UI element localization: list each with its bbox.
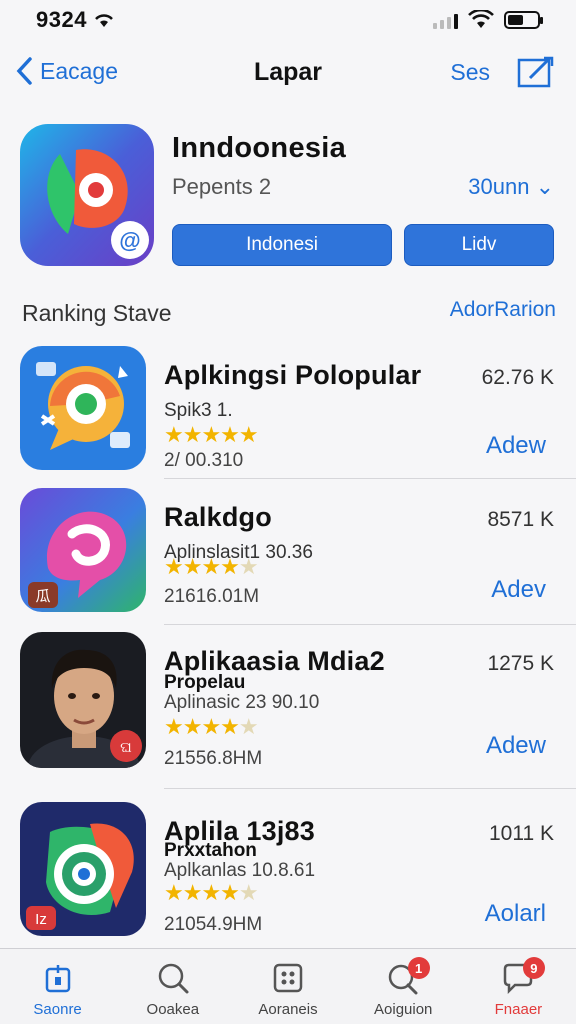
list-item[interactable]: ଘ Aplikaasia Mdia2 Propelau Aplinasic 23…: [0, 632, 576, 789]
nav-bar: Eacage Lapar Ses: [0, 48, 576, 98]
primary-button[interactable]: Indonesi: [172, 224, 392, 266]
battery-icon: [504, 11, 543, 29]
svg-text:瓜: 瓜: [35, 588, 50, 605]
chevron-left-icon: [16, 57, 32, 85]
secondary-button[interactable]: Lidv: [404, 224, 554, 266]
featured-app-icon[interactable]: @: [20, 124, 154, 266]
svg-text:ଘ: ଘ: [120, 739, 132, 756]
wifi-icon: [95, 14, 113, 27]
app-meta: 21616.01M: [164, 586, 260, 607]
featured-app-subtitle: Pepents 2: [172, 174, 272, 199]
get-button[interactable]: Adev: [491, 576, 546, 604]
rating-stars: ★★★★★: [164, 422, 259, 447]
featured-app-size-dropdown[interactable]: 30unn ⌄: [468, 174, 554, 200]
app-meta: 21054.9HM: [164, 914, 263, 935]
apps-icon: [273, 963, 303, 993]
search-icon: [158, 963, 189, 994]
divider: [164, 478, 576, 479]
app-meta: 21556.8HM: [164, 748, 263, 769]
divider: [164, 624, 576, 625]
rating-stars: ★★★★★: [164, 880, 259, 905]
store-icon: [45, 965, 70, 993]
app-name: Aplkingsi Polopular: [164, 360, 422, 390]
app-subtitle: Propelau: [164, 672, 246, 693]
get-button[interactable]: Aolarl: [485, 900, 546, 928]
notification-badge: 9: [522, 957, 545, 979]
tab-chat[interactable]: 9 Fnaaer: [461, 949, 576, 1024]
tab-apps[interactable]: Aoraneis: [230, 949, 345, 1024]
wifi-icon: [468, 10, 494, 28]
app-name: Ralkdgo: [164, 502, 272, 532]
section-link[interactable]: AdorRarion: [450, 298, 556, 322]
list-item[interactable]: Aplkingsi Polopular Spik3 1. ★★★★★ 2/ 00…: [0, 346, 576, 486]
rating-stars: ★★★★★: [164, 714, 259, 739]
app-size: 8571 K: [487, 508, 554, 531]
nav-right-link[interactable]: Ses: [450, 59, 490, 86]
app-icon: Iz: [20, 802, 146, 936]
tab-search[interactable]: Ooakea: [115, 949, 230, 1024]
svg-text:@: @: [119, 228, 140, 253]
tab-label: Ooakea: [146, 1001, 200, 1018]
tab-updates[interactable]: 1 Aoiguion: [346, 949, 461, 1024]
status-bar: 9324: [0, 0, 576, 40]
svg-text:Iz: Iz: [35, 911, 47, 928]
rating-stars: ★★★★★: [164, 554, 259, 579]
section-header: Ranking Stave AdorRarion: [22, 298, 556, 327]
app-size: 1011 K: [489, 822, 554, 845]
list-item[interactable]: 瓜 Ralkdgo Aplinslasit1 30.36 ★★★★★ 21616…: [0, 488, 576, 628]
app-icon: ଘ: [20, 632, 146, 768]
get-button[interactable]: Adew: [486, 732, 546, 760]
tab-label: Saonre: [33, 1001, 82, 1018]
tab-store[interactable]: Saonre: [0, 949, 115, 1024]
status-time: 9324: [36, 7, 87, 32]
divider: [164, 788, 576, 789]
tab-label: Aoraneis: [258, 1001, 318, 1018]
notification-badge: 1: [407, 957, 430, 979]
back-label: Eacage: [40, 57, 119, 84]
featured-app-title: Inndoonesia: [172, 132, 347, 164]
list-item[interactable]: Iz Aplila 13j83 Prxxtahon Aplkanlas 10.8…: [0, 802, 576, 942]
app-icon: [20, 346, 146, 470]
tab-label: Aoiguion: [374, 1001, 433, 1018]
get-button[interactable]: Adew: [486, 432, 546, 460]
app-subtitle: Prxxtahon: [164, 840, 257, 861]
edit-icon[interactable]: [516, 54, 556, 90]
app-icon: 瓜: [20, 488, 146, 612]
tab-label: Fnaaer: [494, 1001, 543, 1018]
app-size: 62.76 K: [481, 366, 554, 389]
app-meta: 2/ 00.310: [164, 450, 244, 471]
back-button[interactable]: Eacage: [14, 56, 118, 86]
app-subtitle: Spik3 1.: [164, 400, 233, 421]
app-detail: Aplkanlas 10.8.61: [164, 860, 316, 881]
featured-app: @ Inndoonesia Pepents 2 30unn ⌄ Indonesi…: [20, 124, 560, 270]
app-size: 1275 K: [487, 652, 554, 675]
chevron-down-icon: ⌄: [535, 174, 554, 199]
app-detail: Aplinasic 23 90.10: [164, 692, 320, 713]
signal-icon: [433, 11, 458, 29]
tab-bar: Saonre Ooakea Aoraneis 1 Aoiguion 9 Fnaa…: [0, 948, 576, 1024]
